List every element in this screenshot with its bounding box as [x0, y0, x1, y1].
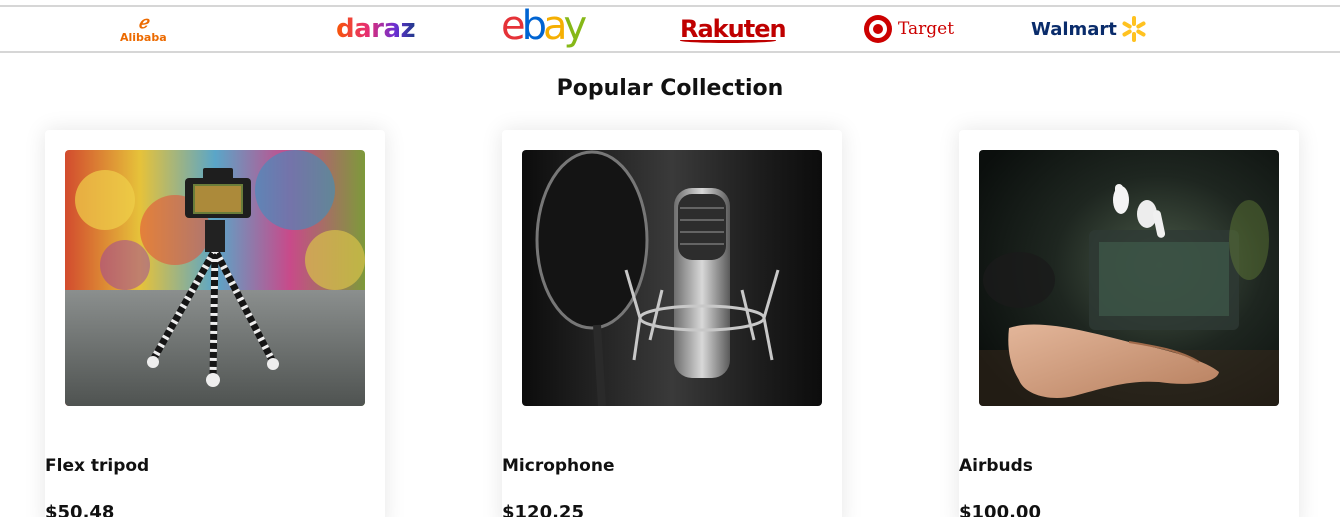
rakuten-swoosh-icon: [680, 38, 776, 43]
alibaba-logo[interactable]: ℯ Alibaba: [120, 7, 167, 51]
alibaba-logo-text: Alibaba: [120, 30, 167, 44]
alibaba-mark-icon: ℯ: [138, 12, 149, 33]
target-logo[interactable]: Target: [864, 7, 954, 51]
target-bullseye-icon: [864, 15, 892, 43]
ebay-letter-a: a: [543, 3, 567, 49]
section-title: Popular Collection: [556, 76, 784, 101]
product-card[interactable]: Airbuds $100.00: [959, 130, 1299, 517]
product-name[interactable]: Airbuds: [959, 456, 1033, 476]
product-price: $120.25: [502, 502, 584, 517]
tripod-camera-photo[interactable]: [65, 150, 365, 406]
walmart-spark-icon: [1121, 16, 1147, 42]
studio-microphone-photo[interactable]: [522, 150, 822, 406]
ebay-letter-e: e: [501, 3, 526, 49]
product-name[interactable]: Flex tripod: [45, 456, 149, 476]
walmart-logo-text: Walmart: [1031, 18, 1117, 40]
target-logo-text: Target: [898, 19, 955, 39]
brand-logo-bar: ℯ Alibaba daraz e b a y Rakuten Target W…: [0, 3, 1340, 53]
product-card[interactable]: Microphone $120.25: [502, 130, 842, 517]
floating-airbuds-photo[interactable]: [979, 150, 1279, 406]
ebay-letter-y: y: [563, 3, 588, 49]
walmart-logo[interactable]: Walmart: [1031, 7, 1147, 51]
product-card[interactable]: Flex tripod $50.48: [45, 130, 385, 517]
product-price: $100.00: [959, 502, 1041, 517]
rakuten-logo[interactable]: Rakuten: [680, 7, 787, 51]
product-name[interactable]: Microphone: [502, 456, 614, 476]
ebay-logo[interactable]: e b a y: [501, 3, 588, 49]
ebay-letter-b: b: [521, 3, 547, 49]
daraz-logo-text: daraz: [336, 14, 416, 44]
daraz-logo[interactable]: daraz: [336, 7, 416, 51]
product-price: $50.48: [45, 502, 115, 517]
